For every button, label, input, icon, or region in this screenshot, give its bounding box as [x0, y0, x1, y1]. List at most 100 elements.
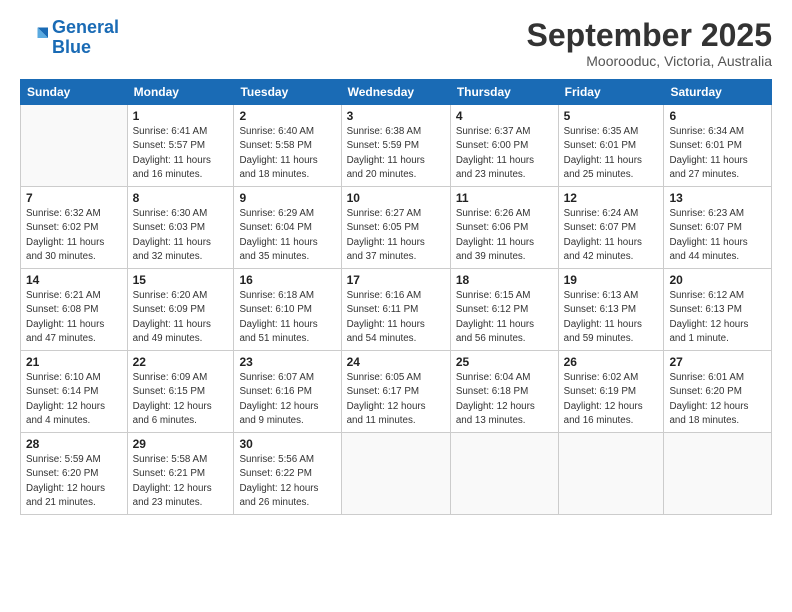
calendar-cell: 26 Sunrise: 6:02 AMSunset: 6:19 PMDayligh…	[558, 351, 664, 433]
calendar-cell: 16 Sunrise: 6:18 AMSunset: 6:10 PMDayligh…	[234, 269, 341, 351]
calendar-cell	[21, 105, 128, 187]
calendar-cell	[341, 433, 450, 515]
calendar-cell: 18Sunrise: 6:15 AMSunset: 6:12 PMDayligh…	[450, 269, 558, 351]
calendar-cell: 28Sunrise: 5:59 AMSunset: 6:20 PMDayligh…	[21, 433, 128, 515]
day-info: Sunrise: 6:16 AMSunset: 6:11 PMDaylight:…	[347, 289, 445, 346]
calendar-cell: 23Sunrise: 6:07 AMSunset: 6:16 PMDayligh…	[234, 351, 341, 433]
calendar-table: Sunday Monday Tuesday Wednesday Thursday…	[20, 79, 772, 515]
day-number: 27	[669, 355, 766, 369]
day-number: 30	[239, 437, 335, 451]
day-number: 22	[133, 355, 229, 369]
day-info: Sunrise: 5:56 AMSunset: 6:22 PMDaylight:…	[239, 453, 335, 510]
day-info: Sunrise: 6:20 AMSunset: 6:09 PMDaylight:…	[133, 289, 229, 346]
logo-general: General	[52, 17, 119, 37]
day-info: Sunrise: 6:32 AMSunset: 6:02 PMDaylight:…	[26, 207, 122, 264]
day-number: 28	[26, 437, 122, 451]
day-info: Sunrise: 5:58 AMSunset: 6:21 PMDaylight:…	[133, 453, 229, 510]
calendar-cell: 5 Sunrise: 6:35 AMSunset: 6:01 PMDaylight…	[558, 105, 664, 187]
calendar-cell	[558, 433, 664, 515]
day-info: Sunrise: 6:02 AMSunset: 6:19 PMDaylight:…	[564, 371, 659, 428]
calendar-cell: 3Sunrise: 6:38 AMSunset: 5:59 PMDaylight…	[341, 105, 450, 187]
day-number: 17	[347, 273, 445, 287]
calendar-week-2: 7 Sunrise: 6:32 AMSunset: 6:02 PMDaylight…	[21, 187, 772, 269]
day-number: 2	[239, 109, 335, 123]
day-info: Sunrise: 6:29 AMSunset: 6:04 PMDaylight:…	[239, 207, 335, 264]
calendar-cell: 4 Sunrise: 6:37 AMSunset: 6:00 PMDaylight…	[450, 105, 558, 187]
day-number: 13	[669, 191, 766, 205]
day-number: 10	[347, 191, 445, 205]
header-friday: Friday	[558, 80, 664, 105]
day-number: 5	[564, 109, 659, 123]
day-number: 20	[669, 273, 766, 287]
day-number: 9	[239, 191, 335, 205]
day-info: Sunrise: 6:18 AMSunset: 6:10 PMDaylight:…	[239, 289, 335, 346]
day-info: Sunrise: 6:24 AMSunset: 6:07 PMDaylight:…	[564, 207, 659, 264]
header: General Blue September 2025 Moorooduc, V…	[20, 18, 772, 69]
day-number: 7	[26, 191, 122, 205]
calendar-cell: 10 Sunrise: 6:27 AMSunset: 6:05 PMDayligh…	[341, 187, 450, 269]
day-number: 26	[564, 355, 659, 369]
day-info: Sunrise: 6:30 AMSunset: 6:03 PMDaylight:…	[133, 207, 229, 264]
calendar-header-row: Sunday Monday Tuesday Wednesday Thursday…	[21, 80, 772, 105]
day-info: Sunrise: 6:10 AMSunset: 6:14 PMDaylight:…	[26, 371, 122, 428]
calendar-cell: 22 Sunrise: 6:09 AMSunset: 6:15 PMDayligh…	[127, 351, 234, 433]
day-number: 6	[669, 109, 766, 123]
day-info: Sunrise: 6:21 AMSunset: 6:08 PMDaylight:…	[26, 289, 122, 346]
calendar-cell: 30 Sunrise: 5:56 AMSunset: 6:22 PMDayligh…	[234, 433, 341, 515]
calendar-cell: 29Sunrise: 5:58 AMSunset: 6:21 PMDayligh…	[127, 433, 234, 515]
header-tuesday: Tuesday	[234, 80, 341, 105]
title-block: September 2025 Moorooduc, Victoria, Aust…	[527, 18, 772, 69]
day-number: 15	[133, 273, 229, 287]
calendar-cell: 14Sunrise: 6:21 AMSunset: 6:08 PMDayligh…	[21, 269, 128, 351]
day-number: 1	[133, 109, 229, 123]
calendar-cell: 9 Sunrise: 6:29 AMSunset: 6:04 PMDaylight…	[234, 187, 341, 269]
logo-blue: Blue	[52, 38, 119, 58]
header-monday: Monday	[127, 80, 234, 105]
calendar-cell: 12 Sunrise: 6:24 AMSunset: 6:07 PMDayligh…	[558, 187, 664, 269]
day-info: Sunrise: 6:27 AMSunset: 6:05 PMDaylight:…	[347, 207, 445, 264]
calendar-cell: 13Sunrise: 6:23 AMSunset: 6:07 PMDayligh…	[664, 187, 772, 269]
calendar-cell: 1 Sunrise: 6:41 AMSunset: 5:57 PMDaylight…	[127, 105, 234, 187]
calendar-cell: 24Sunrise: 6:05 AMSunset: 6:17 PMDayligh…	[341, 351, 450, 433]
calendar-cell: 15 Sunrise: 6:20 AMSunset: 6:09 PMDayligh…	[127, 269, 234, 351]
day-info: Sunrise: 6:04 AMSunset: 6:18 PMDaylight:…	[456, 371, 553, 428]
logo-text: General Blue	[52, 18, 119, 58]
header-sunday: Sunday	[21, 80, 128, 105]
calendar-cell: 19Sunrise: 6:13 AMSunset: 6:13 PMDayligh…	[558, 269, 664, 351]
day-info: Sunrise: 6:35 AMSunset: 6:01 PMDaylight:…	[564, 125, 659, 182]
calendar-cell: 17 Sunrise: 6:16 AMSunset: 6:11 PMDayligh…	[341, 269, 450, 351]
day-info: Sunrise: 6:40 AMSunset: 5:58 PMDaylight:…	[239, 125, 335, 182]
day-number: 19	[564, 273, 659, 287]
location: Moorooduc, Victoria, Australia	[527, 53, 772, 69]
calendar-cell	[450, 433, 558, 515]
month-title: September 2025	[527, 18, 772, 53]
logo: General Blue	[20, 18, 119, 58]
day-number: 23	[239, 355, 335, 369]
day-info: Sunrise: 6:37 AMSunset: 6:00 PMDaylight:…	[456, 125, 553, 182]
page: General Blue September 2025 Moorooduc, V…	[0, 0, 792, 612]
calendar-week-4: 21Sunrise: 6:10 AMSunset: 6:14 PMDayligh…	[21, 351, 772, 433]
day-number: 11	[456, 191, 553, 205]
day-number: 3	[347, 109, 445, 123]
day-number: 25	[456, 355, 553, 369]
logo-icon	[20, 24, 48, 52]
calendar-week-1: 1 Sunrise: 6:41 AMSunset: 5:57 PMDaylight…	[21, 105, 772, 187]
header-saturday: Saturday	[664, 80, 772, 105]
day-number: 16	[239, 273, 335, 287]
day-info: Sunrise: 6:34 AMSunset: 6:01 PMDaylight:…	[669, 125, 766, 182]
day-info: Sunrise: 6:41 AMSunset: 5:57 PMDaylight:…	[133, 125, 229, 182]
day-number: 4	[456, 109, 553, 123]
calendar-week-5: 28Sunrise: 5:59 AMSunset: 6:20 PMDayligh…	[21, 433, 772, 515]
calendar-cell: 27Sunrise: 6:01 AMSunset: 6:20 PMDayligh…	[664, 351, 772, 433]
calendar-cell: 25 Sunrise: 6:04 AMSunset: 6:18 PMDayligh…	[450, 351, 558, 433]
day-info: Sunrise: 6:26 AMSunset: 6:06 PMDaylight:…	[456, 207, 553, 264]
calendar-cell: 6 Sunrise: 6:34 AMSunset: 6:01 PMDaylight…	[664, 105, 772, 187]
calendar-cell	[664, 433, 772, 515]
header-thursday: Thursday	[450, 80, 558, 105]
day-number: 12	[564, 191, 659, 205]
calendar-week-3: 14Sunrise: 6:21 AMSunset: 6:08 PMDayligh…	[21, 269, 772, 351]
header-wednesday: Wednesday	[341, 80, 450, 105]
day-info: Sunrise: 6:09 AMSunset: 6:15 PMDaylight:…	[133, 371, 229, 428]
day-info: Sunrise: 6:12 AMSunset: 6:13 PMDaylight:…	[669, 289, 766, 346]
calendar-cell: 21Sunrise: 6:10 AMSunset: 6:14 PMDayligh…	[21, 351, 128, 433]
